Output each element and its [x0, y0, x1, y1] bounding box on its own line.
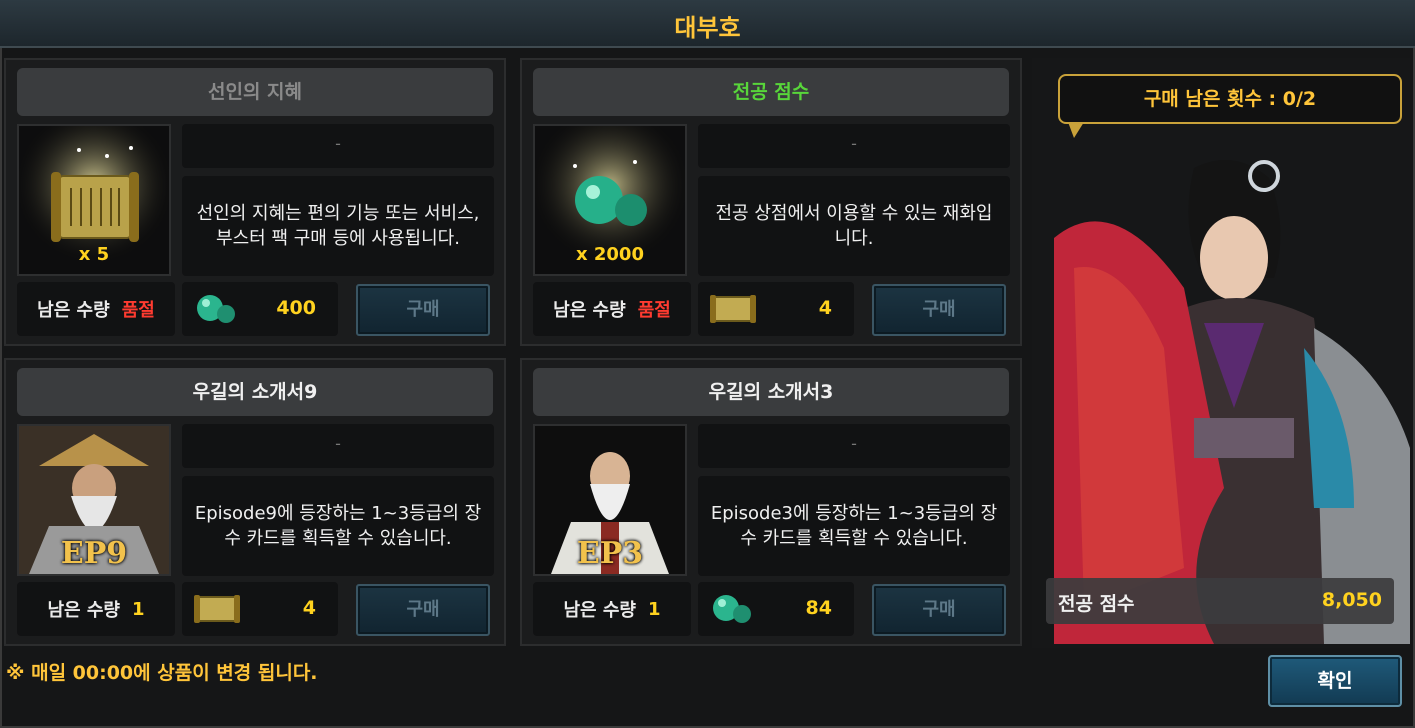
item-name: 우길의 소개서9	[17, 368, 493, 416]
remaining-value: 1	[647, 598, 661, 620]
item-name: 전공 점수	[533, 68, 1009, 116]
buy-button[interactable]: 구매	[356, 284, 490, 336]
item-image: x 5	[17, 124, 171, 276]
window-title: 대부호	[674, 14, 741, 42]
remaining-stock: 남은 수량 1	[17, 582, 175, 636]
purchases-remaining: 구매 남은 횟수 : 0/2	[1058, 74, 1402, 124]
remaining-label: 남은 수량	[37, 300, 110, 321]
remaining-stock: 남은 수량 1	[533, 582, 691, 636]
qty-badge: x 2000	[576, 244, 644, 265]
remaining-label: 남은 수량	[47, 600, 120, 621]
jade-orb-icon	[197, 295, 235, 323]
item-image: EP9	[17, 424, 171, 576]
shop-item-card: 우길의 소개서3 EP3 - Episode3에 등장하는 1~3등급의 장수 …	[520, 358, 1022, 646]
item-description: 전공 상점에서 이용할 수 있는 재화입니다.	[698, 176, 1010, 276]
score-label: 전공 점수	[1058, 593, 1135, 615]
remaining-value: 1	[131, 598, 145, 620]
remaining-value: 품절	[637, 300, 671, 321]
remaining-stock: 남은 수량 품절	[533, 282, 691, 336]
price-value: 4	[302, 597, 316, 619]
price-box: 4	[182, 582, 338, 636]
price-value: 84	[805, 597, 832, 619]
qty-badge: x 5	[78, 244, 110, 265]
reset-notice: ※ 매일 00:00에 상품이 변경 됩니다.	[6, 662, 318, 684]
remaining-stock: 남은 수량 품절	[17, 282, 175, 336]
price-box: 4	[698, 282, 854, 336]
speech-tail	[1068, 122, 1084, 138]
scroll-icon	[194, 595, 240, 623]
score-box: 전공 점수 8,050	[1046, 578, 1394, 624]
price-box: 84	[698, 582, 854, 636]
item-description: Episode9에 등장하는 1~3등급의 장수 카드를 획득할 수 있습니다.	[182, 476, 494, 576]
item-image: EP3	[533, 424, 687, 576]
buy-button[interactable]: 구매	[872, 284, 1006, 336]
merchant-portrait	[1054, 148, 1410, 644]
buy-button[interactable]: 구매	[356, 584, 490, 636]
item-description: Episode3에 등장하는 1~3등급의 장수 카드를 획득할 수 있습니다.	[698, 476, 1010, 576]
shop-item-card: 선인의 지혜 x 5 - 선인의 지혜는 편의 기능 또는 서비스, 부스터 팩…	[4, 58, 506, 346]
jade-orb-icon	[713, 595, 751, 623]
item-subtitle: -	[698, 124, 1010, 168]
qty-badge: EP3	[576, 536, 644, 571]
item-subtitle: -	[182, 424, 494, 468]
price-value: 400	[276, 297, 316, 319]
scroll-icon	[710, 295, 756, 323]
score-value: 8,050	[1321, 589, 1382, 611]
confirm-button[interactable]: 확인	[1268, 655, 1402, 707]
price-value: 4	[818, 297, 832, 319]
qty-badge: EP9	[60, 536, 128, 571]
item-name: 선인의 지혜	[17, 68, 493, 116]
item-subtitle: -	[698, 424, 1010, 468]
item-subtitle: -	[182, 124, 494, 168]
price-box: 400	[182, 282, 338, 336]
title-bar: 대부호	[0, 0, 1415, 48]
item-description: 선인의 지혜는 편의 기능 또는 서비스, 부스터 팩 구매 등에 사용됩니다.	[182, 176, 494, 276]
shop-item-card: 우길의 소개서9 EP9 - Episode9에 등장하는 1~3등급의 장수 …	[4, 358, 506, 646]
remaining-label: 남은 수량	[553, 300, 626, 321]
remaining-value: 품절	[121, 300, 155, 321]
remaining-label: 남은 수량	[563, 600, 636, 621]
item-image: x 2000	[533, 124, 687, 276]
item-name: 우길의 소개서3	[533, 368, 1009, 416]
shop-item-card: 전공 점수 x 2000 - 전공 상점에서 이용할 수 있는 재화입니다. 남…	[520, 58, 1022, 346]
buy-button[interactable]: 구매	[872, 584, 1006, 636]
